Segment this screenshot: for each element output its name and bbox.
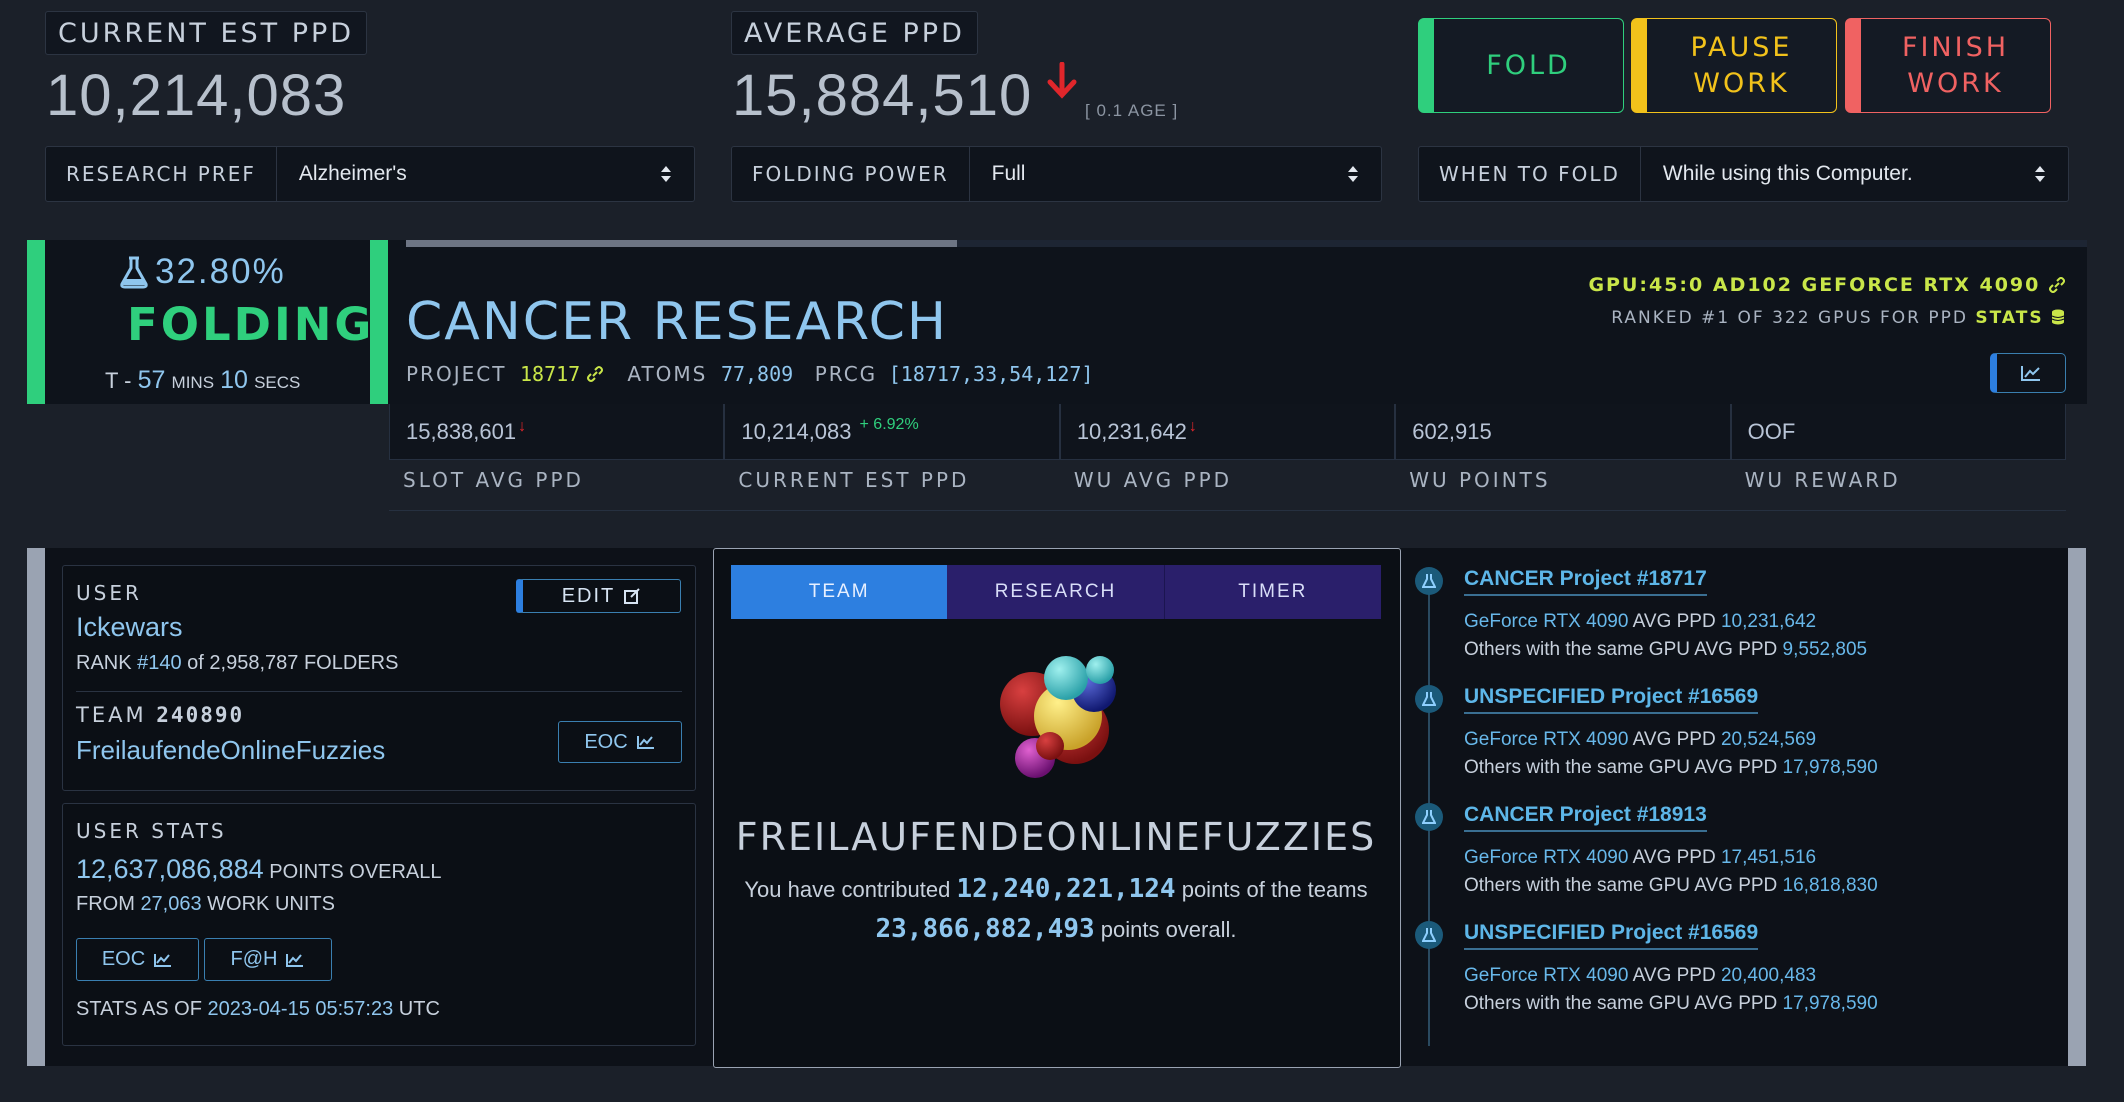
research-title: CANCER RESEARCH <box>406 292 948 352</box>
user-title: USER <box>76 581 142 605</box>
wu-avg-ppd-label: WU AVG PPD <box>1073 468 1233 492</box>
when-to-fold-select[interactable]: WHEN TO FOLD While using this Computer. <box>1418 146 2069 202</box>
slot-avg-ppd-value: 15,838,601 ↓ <box>389 404 725 460</box>
team-contribution: You have contributed 12,240,221,124 poin… <box>744 874 1368 904</box>
stats-as-of: STATS AS OF 2023-04-15 05:57:23 UTC <box>76 998 440 1020</box>
folding-power-select[interactable]: FOLDING POWER Full <box>731 146 1382 202</box>
flask-icon <box>1415 921 1443 949</box>
project-link[interactable]: 18717 <box>520 362 580 386</box>
user-points: 12,637,086,884 POINTS OVERALL <box>76 854 442 884</box>
tab-team[interactable]: TEAM <box>731 565 948 619</box>
when-to-fold-value: While using this Computer. <box>1662 162 1913 185</box>
line-chart-icon <box>636 736 654 749</box>
folding-power-label: FOLDING POWER <box>732 147 970 201</box>
research-panel: CANCER RESEARCH PROJECT 18717 ATOMS 77,8… <box>370 240 2087 404</box>
current-est-ppd-cell: 10,214,083 + 6.92% <box>724 404 1060 460</box>
current-est-ppd-value: 10,214,083 <box>46 63 347 128</box>
finish-work-button[interactable]: FINISH WORK <box>1845 18 2051 113</box>
timeline-item: CANCER Project #18717 GeForce RTX 4090 A… <box>1400 567 2050 667</box>
team-eoc-button[interactable]: EOC <box>558 721 682 763</box>
slot-stats-row: 15,838,601 ↓ 10,214,083 + 6.92% 10,231,642… <box>389 404 2067 460</box>
flask-icon <box>1415 685 1443 713</box>
status-accent-bar <box>27 240 45 404</box>
when-to-fold-label: WHEN TO FOLD <box>1419 147 1641 201</box>
team-name: FreilaufendeOnlineFuzzies <box>76 735 386 765</box>
research-pref-select[interactable]: RESEARCH PREF Alzheimer's <box>45 146 695 202</box>
ppd-change: + 6.92% <box>859 415 919 433</box>
timeline-item: CANCER Project #18913 GeForce RTX 4090 A… <box>1400 803 2050 903</box>
line-chart-icon <box>2021 366 2040 381</box>
stats-link[interactable]: STATS <box>1975 308 2043 328</box>
wu-reward-value: OOF <box>1730 404 2067 460</box>
timeline-item: UNSPECIFIED Project #16569 GeForce RTX 4… <box>1400 921 2050 1021</box>
progress-track <box>406 240 2087 247</box>
project-link[interactable]: CANCER Project #18913 <box>1464 803 1707 832</box>
trend-down-icon <box>1047 62 1077 99</box>
flask-icon <box>1415 567 1443 595</box>
user-eoc-button[interactable]: EOC <box>76 938 199 981</box>
team-label: TEAM 240890 <box>76 703 245 727</box>
project-link[interactable]: UNSPECIFIED Project #16569 <box>1464 685 1759 714</box>
trend-down-icon: ↓ <box>518 417 527 435</box>
flask-icon <box>120 256 148 289</box>
slot-stats-labels: SLOT AVG PPD CURRENT EST PPD WU AVG PPD … <box>389 468 2066 511</box>
user-name: Ickewars <box>76 612 183 642</box>
select-arrows-icon <box>1347 166 1359 182</box>
team-logo-bubbles <box>1000 656 1116 778</box>
right-scroll-bar[interactable] <box>2068 548 2086 1066</box>
edit-button[interactable]: EDIT <box>516 579 681 613</box>
wu-points-value: 602,915 <box>1395 404 1731 460</box>
gpu-rank: RANKED #1 OF 322 GPUS FOR PPD STATS <box>1611 308 2065 328</box>
user-work-units: FROM 27,063 WORK UNITS <box>76 893 335 915</box>
database-icon <box>2051 309 2065 325</box>
average-ppd-label: AVERAGE PPD <box>731 11 978 55</box>
user-rank: RANK #140 of 2,958,787 FOLDERS <box>76 652 399 674</box>
pause-work-button[interactable]: PAUSE WORK <box>1631 18 1837 113</box>
progress-percent: 32.80% <box>155 252 286 291</box>
team-total: 23,866,882,493 points overall. <box>875 914 1237 944</box>
folding-state: FOLDING <box>127 298 375 351</box>
project-link[interactable]: UNSPECIFIED Project #16569 <box>1464 921 1759 950</box>
chart-button[interactable] <box>1990 353 2066 393</box>
flask-icon <box>1415 803 1443 831</box>
gpu-info[interactable]: GPU:45:0 AD102 GEFORCE RTX 4090 <box>1588 274 2065 296</box>
team-panel <box>713 548 1401 1068</box>
select-arrows-icon <box>660 166 672 182</box>
tab-timer[interactable]: TIMER <box>1164 565 1381 619</box>
divider <box>76 691 682 692</box>
average-ppd-value: 15,884,510 <box>732 63 1033 128</box>
trend-down-icon: ↓ <box>1188 417 1197 435</box>
timeline-item: UNSPECIFIED Project #16569 GeForce RTX 4… <box>1400 685 2050 785</box>
wu-avg-ppd-value: 10,231,642 ↓ <box>1059 404 1396 460</box>
wu-points-label: WU POINTS <box>1409 468 1551 492</box>
fold-button[interactable]: FOLD <box>1418 18 1624 113</box>
research-pref-value: Alzheimer's <box>298 162 407 185</box>
link-icon[interactable] <box>586 365 604 383</box>
project-info: PROJECT 18717 ATOMS 77,809 PRCG [18717,3… <box>406 362 1094 386</box>
progress-fill <box>406 240 957 247</box>
left-scroll-bar <box>27 548 45 1066</box>
eta: T - 57 MINS 10 SECS <box>105 366 301 394</box>
research-pref-label: RESEARCH PREF <box>46 147 277 201</box>
tab-research[interactable]: RESEARCH <box>947 565 1165 619</box>
link-icon <box>2049 277 2065 293</box>
line-chart-icon <box>286 953 304 967</box>
slot-avg-ppd-label: SLOT AVG PPD <box>403 468 584 492</box>
current-est-ppd-label: CURRENT EST PPD <box>45 11 368 55</box>
average-age: [ 0.1 AGE ] <box>1085 101 1179 120</box>
current-est-ppd-sublabel: CURRENT EST PPD <box>738 468 970 492</box>
line-chart-icon <box>154 953 172 967</box>
user-stats-title: USER STATS <box>76 819 227 843</box>
edit-icon <box>624 588 640 604</box>
team-panel-tabs: TEAM RESEARCH TIMER <box>731 565 1381 619</box>
project-link[interactable]: CANCER Project #18717 <box>1464 567 1707 596</box>
wu-reward-label: WU REWARD <box>1744 468 1901 492</box>
folding-power-value: Full <box>991 162 1026 185</box>
user-fah-button[interactable]: F@H <box>204 938 332 981</box>
team-panel-name: FREILAUFENDEONLINEFUZZIES <box>735 815 1377 859</box>
select-arrows-icon <box>2034 166 2046 182</box>
folding-status-panel: 32.80% FOLDING T - 57 MINS 10 SECS <box>27 240 389 404</box>
research-accent-bar <box>370 240 388 404</box>
